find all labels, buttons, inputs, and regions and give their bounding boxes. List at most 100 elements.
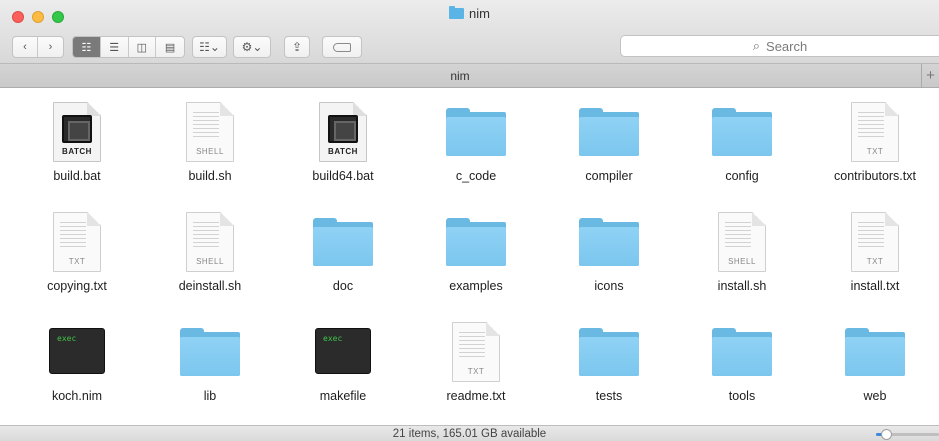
- text-document-icon: TXT: [452, 322, 500, 382]
- folder-icon: [579, 328, 639, 376]
- list-view-button[interactable]: ☰: [101, 37, 129, 57]
- cover-flow-view-button[interactable]: ▤: [156, 37, 184, 57]
- file-kind-label: exec: [323, 334, 343, 343]
- file-item-koch-nim[interactable]: exec koch.nim: [12, 314, 142, 414]
- file-item-readme-txt[interactable]: TXT readme.txt: [411, 314, 541, 414]
- back-button[interactable]: ‹: [13, 37, 38, 57]
- window-toolbar: nim ‹ › ☷ ☰ ◫ ▤ ☷⌄ ⚙⌄ ⇪ ⌕ Search: [0, 0, 939, 64]
- file-item-contributors-txt[interactable]: TXT contributors.txt: [810, 94, 939, 194]
- folder-icon: [845, 328, 905, 376]
- batch-file-icon: BATCH: [53, 102, 101, 162]
- folder-icon: [446, 218, 506, 266]
- file-kind-label: SHELL: [196, 147, 224, 156]
- file-item-c-code[interactable]: c_code: [411, 94, 541, 194]
- shell-script-icon: SHELL: [186, 212, 234, 272]
- share-button[interactable]: ⇪: [284, 36, 310, 58]
- file-item-makefile[interactable]: exec makefile: [278, 314, 408, 414]
- file-name-label: readme.txt: [446, 389, 506, 403]
- gear-icon: ⚙⌄: [241, 40, 263, 54]
- icon-size-slider-knob[interactable]: [881, 429, 892, 440]
- file-item-install-txt[interactable]: TXT install.txt: [810, 204, 939, 304]
- file-item-deinstall-sh[interactable]: SHELL deinstall.sh: [145, 204, 275, 304]
- search-field[interactable]: ⌕ Search: [620, 35, 939, 57]
- file-name-label: deinstall.sh: [178, 279, 242, 293]
- executable-icon: exec: [315, 328, 371, 374]
- search-icon: ⌕: [752, 38, 761, 53]
- file-item-web[interactable]: web: [810, 314, 939, 414]
- file-name-label: contributors.txt: [834, 169, 916, 183]
- file-name-label: compiler: [585, 169, 633, 183]
- folder-icon: [449, 6, 465, 19]
- file-name-label: install.sh: [717, 279, 767, 293]
- file-item-build-bat[interactable]: BATCH build.bat: [12, 94, 142, 194]
- file-name-label: build64.bat: [312, 169, 374, 183]
- folder-icon: [446, 108, 506, 156]
- status-text: 21 items, 165.01 GB available: [392, 428, 547, 440]
- file-item-compiler[interactable]: compiler: [544, 94, 674, 194]
- file-item-icons[interactable]: icons: [544, 204, 674, 304]
- tags-button[interactable]: [322, 36, 362, 58]
- file-kind-label: SHELL: [728, 257, 756, 266]
- file-item-build64-bat[interactable]: BATCH build64.bat: [278, 94, 408, 194]
- chevron-right-icon: ›: [48, 41, 53, 53]
- column-view-button[interactable]: ◫: [129, 37, 157, 57]
- file-item-tests[interactable]: tests: [544, 314, 674, 414]
- file-item-examples[interactable]: examples: [411, 204, 541, 304]
- action-button[interactable]: ⚙⌄: [233, 36, 271, 58]
- forward-button[interactable]: ›: [38, 37, 63, 57]
- file-item-lib[interactable]: lib: [145, 314, 275, 414]
- new-tab-button[interactable]: +: [921, 64, 939, 88]
- folder-icon: [313, 218, 373, 266]
- folder-icon: [180, 328, 240, 376]
- file-kind-label: BATCH: [328, 147, 358, 156]
- file-name-label: build.sh: [188, 169, 232, 183]
- folder-icon: [712, 108, 772, 156]
- share-icon: ⇪: [291, 40, 303, 54]
- file-name-label: tests: [595, 389, 623, 403]
- file-item-doc[interactable]: doc: [278, 204, 408, 304]
- arrange-button[interactable]: ☷⌄: [192, 36, 227, 58]
- shell-script-icon: SHELL: [186, 102, 234, 162]
- batch-file-icon: BATCH: [319, 102, 367, 162]
- file-kind-label: SHELL: [196, 257, 224, 266]
- icon-grid-icon: ☷: [81, 41, 92, 54]
- file-kind-label: TXT: [467, 367, 485, 376]
- icon-view-button[interactable]: ☷: [73, 37, 101, 57]
- file-kind-label: TXT: [866, 257, 884, 266]
- file-item-config[interactable]: config: [677, 94, 807, 194]
- columns-icon: ◫: [136, 41, 148, 54]
- file-grid: BATCH build.bat SHELL build.sh BATCH build64.…: [0, 89, 939, 425]
- file-kind-label: TXT: [68, 257, 86, 266]
- text-document-icon: TXT: [851, 102, 899, 162]
- file-name-label: install.txt: [850, 279, 900, 293]
- folder-icon: [579, 218, 639, 266]
- file-kind-label: exec: [57, 334, 77, 343]
- chevron-left-icon: ‹: [23, 41, 27, 53]
- file-name-label: examples: [449, 279, 503, 293]
- shell-script-icon: SHELL: [718, 212, 766, 272]
- file-name-label: config: [725, 169, 759, 183]
- window-title-text: nim: [469, 6, 490, 21]
- text-document-icon: TXT: [851, 212, 899, 272]
- tag-icon: [333, 42, 351, 52]
- file-name-label: koch.nim: [51, 389, 103, 403]
- cover-flow-icon: ▤: [164, 41, 176, 54]
- view-mode-control: ☷ ☰ ◫ ▤: [72, 36, 185, 58]
- back-forward-control: ‹ ›: [12, 36, 64, 58]
- file-name-label: copying.txt: [47, 279, 107, 293]
- folder-icon: [712, 328, 772, 376]
- status-bar: 21 items, 165.01 GB available: [0, 425, 939, 441]
- file-name-label: lib: [203, 389, 217, 403]
- text-document-icon: TXT: [53, 212, 101, 272]
- search-placeholder: Search: [766, 38, 808, 54]
- file-name-label: web: [863, 389, 887, 403]
- file-item-build-sh[interactable]: SHELL build.sh: [145, 94, 275, 194]
- file-item-install-sh[interactable]: SHELL install.sh: [677, 204, 807, 304]
- file-kind-label: TXT: [866, 147, 884, 156]
- tab-nim[interactable]: nim: [0, 69, 920, 83]
- list-icon: ☰: [109, 41, 120, 54]
- file-item-copying-txt[interactable]: TXT copying.txt: [12, 204, 142, 304]
- file-name-label: tools: [728, 389, 756, 403]
- executable-icon: exec: [49, 328, 105, 374]
- file-item-tools[interactable]: tools: [677, 314, 807, 414]
